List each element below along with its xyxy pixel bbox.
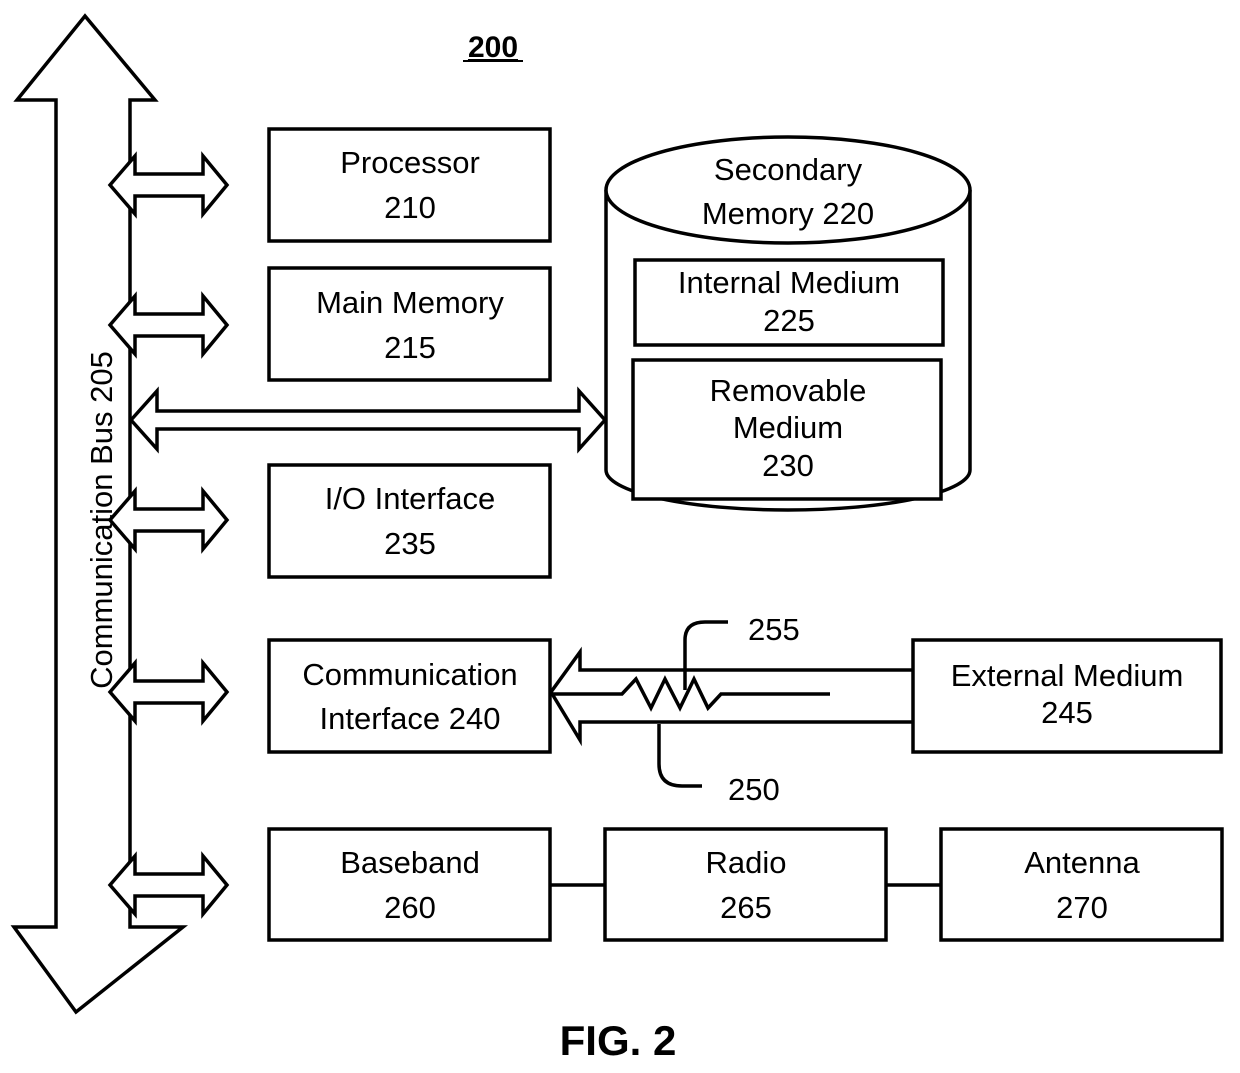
- antenna-block: Antenna 270: [939, 827, 1224, 942]
- figure-caption: FIG. 2: [560, 1017, 677, 1064]
- connector-main-memory: [107, 291, 230, 359]
- main-memory-number: 215: [384, 330, 436, 365]
- callout-250-label: 250: [728, 772, 780, 807]
- radio-name: Radio: [706, 845, 787, 880]
- radio-block: Radio 265: [603, 827, 888, 942]
- connector-baseband: [107, 851, 230, 919]
- baseband-name: Baseband: [340, 845, 480, 880]
- secondary-memory-number: Memory 220: [702, 196, 874, 231]
- processor-block: Processor 210: [267, 127, 552, 243]
- connector-comm-interface: [107, 658, 230, 726]
- comm-interface-number: Interface 240: [320, 701, 501, 736]
- baseband-number: 260: [384, 890, 436, 925]
- comm-interface-name: Communication: [302, 657, 517, 692]
- internal-medium-block: Internal Medium 225: [633, 258, 945, 347]
- removable-medium-line2: Medium: [733, 410, 843, 445]
- external-medium-name: External Medium: [951, 658, 1184, 693]
- external-medium-block: External Medium 245: [911, 638, 1223, 754]
- figure-number: 200: [468, 31, 518, 64]
- internal-medium-number: 225: [763, 303, 815, 338]
- callout-250-leader: [657, 724, 702, 788]
- processor-name: Processor: [340, 145, 480, 180]
- internal-medium-name: Internal Medium: [678, 265, 900, 300]
- connector-secondary-memory: [128, 386, 608, 454]
- antenna-number: 270: [1056, 890, 1108, 925]
- processor-number: 210: [384, 190, 436, 225]
- callout-255-label: 255: [748, 612, 800, 647]
- external-medium-number: 245: [1041, 695, 1093, 730]
- secondary-memory-name: Secondary: [714, 152, 863, 187]
- io-interface-block: I/O Interface 235: [267, 463, 552, 579]
- channel-arrow: [548, 646, 913, 747]
- connector-processor: [107, 151, 230, 219]
- main-memory-block: Main Memory 215: [267, 266, 552, 382]
- io-interface-number: 235: [384, 526, 436, 561]
- connector-io-interface: [107, 486, 230, 554]
- removable-medium-number: 230: [762, 448, 814, 483]
- baseband-block: Baseband 260: [267, 827, 552, 942]
- removable-medium-line1: Removable: [710, 373, 867, 408]
- antenna-name: Antenna: [1024, 845, 1140, 880]
- radio-number: 265: [720, 890, 772, 925]
- signal-waveform: [551, 674, 830, 712]
- main-memory-name: Main Memory: [316, 285, 504, 320]
- system-diagram: 200 Communication Bus 205 Processor 210 …: [10, 13, 1224, 1064]
- comm-interface-block: Communication Interface 240: [267, 638, 552, 754]
- callout-255-leader: [683, 620, 728, 690]
- io-interface-name: I/O Interface: [325, 481, 496, 516]
- removable-medium-block: Removable Medium 230: [631, 358, 943, 501]
